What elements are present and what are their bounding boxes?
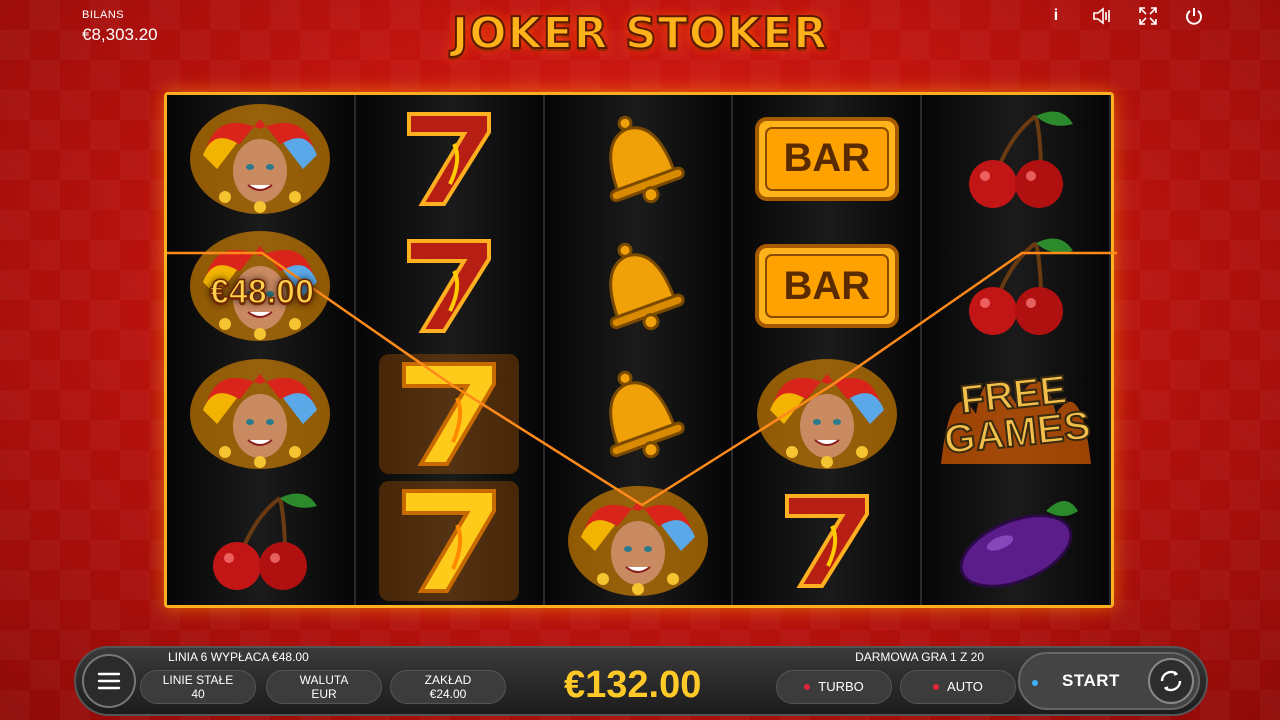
currency-value: EUR: [311, 687, 337, 701]
free-games-counter: DARMOWA GRA 1 Z 20: [855, 650, 984, 664]
free-games-symbol: FREE GAMES: [922, 350, 1109, 478]
sound-icon[interactable]: [1092, 6, 1112, 26]
seven-gold-symbol: [356, 350, 543, 478]
start-button[interactable]: START: [1018, 652, 1200, 710]
bet-selector[interactable]: ZAKŁAD €24.00: [390, 670, 506, 704]
joker-symbol: [733, 350, 920, 478]
auto-toggle[interactable]: AUTO: [900, 670, 1016, 704]
menu-button[interactable]: [82, 654, 136, 708]
hamburger-icon: [97, 672, 121, 690]
free-games-text: FREE GAMES: [939, 366, 1093, 463]
seven-symbol: [733, 478, 920, 606]
joker-symbol: [545, 478, 732, 606]
spin-button[interactable]: [1148, 658, 1194, 704]
bar-symbol: BAR: [733, 223, 920, 351]
bell-symbol: [545, 223, 732, 351]
cherry-symbol: [167, 478, 354, 606]
bar-text: BAR: [783, 263, 871, 308]
line-win-info: LINIA 6 WYPŁACA €48.00: [168, 650, 309, 664]
start-label: START: [1062, 671, 1120, 690]
reel-1: [167, 95, 356, 605]
plum-symbol: [922, 478, 1109, 606]
info-icon[interactable]: i: [1046, 6, 1066, 26]
joker-symbol: [167, 350, 354, 478]
currency-display: WALUTA EUR: [266, 670, 382, 704]
reels-area[interactable]: BAR BAR FREE GAMES €48.00: [164, 92, 1117, 608]
win-amount-label: €48.00: [209, 272, 315, 312]
spin-arrows-icon: [1160, 670, 1182, 692]
lines-value: 40: [191, 687, 205, 701]
total-win: €132.00: [564, 664, 702, 706]
currency-label: WALUTA: [299, 673, 349, 687]
bet-value: €24.00: [429, 687, 467, 701]
cherry-symbol: [922, 223, 1109, 351]
fullscreen-icon[interactable]: [1138, 6, 1158, 26]
turbo-indicator: [804, 684, 811, 690]
control-bar: LINIA 6 WYPŁACA €48.00 DARMOWA GRA 1 Z 2…: [74, 646, 1208, 716]
start-indicator: [1032, 680, 1038, 686]
turbo-toggle[interactable]: TURBO: [776, 670, 892, 704]
reel-5: FREE GAMES: [922, 95, 1111, 605]
cherry-symbol: [922, 95, 1109, 223]
bell-symbol: [545, 95, 732, 223]
power-icon[interactable]: [1184, 6, 1204, 26]
seven-gold-symbol: [356, 478, 543, 606]
seven-symbol: [356, 95, 543, 223]
lines-display: LINIE STAŁE 40: [140, 670, 256, 704]
reel-4: BAR BAR: [733, 95, 923, 606]
bar-symbol: BAR: [733, 95, 920, 223]
bell-symbol: [545, 350, 732, 478]
joker-symbol: [167, 95, 354, 223]
bar-text: BAR: [783, 136, 871, 181]
turbo-label: TURBO: [818, 679, 864, 694]
auto-indicator: [933, 684, 940, 690]
reel-3: [544, 95, 734, 606]
bet-label: ZAKŁAD: [424, 673, 472, 687]
top-toolbar: i: [1046, 6, 1204, 26]
lines-label: LINIE STAŁE: [162, 673, 234, 687]
reel-2: [355, 95, 545, 606]
seven-symbol: [356, 223, 543, 351]
auto-label: AUTO: [947, 679, 983, 694]
